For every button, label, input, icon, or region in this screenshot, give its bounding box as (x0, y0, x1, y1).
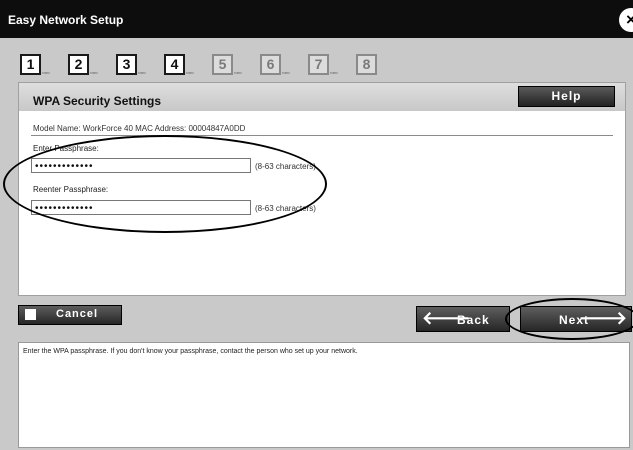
step-number: 8 (356, 54, 377, 75)
close-button[interactable]: × (619, 8, 633, 32)
step-number: 1 (20, 54, 41, 75)
step-progress-dots: ▫▫▫ (282, 70, 290, 77)
title-bar: Easy Network Setup × (0, 0, 633, 38)
step-progress-dots: ▫▫▫ (138, 70, 146, 77)
step-number: 7 (308, 54, 329, 75)
step-progress-dots: ▫▫▫ (42, 70, 50, 77)
divider (31, 135, 613, 136)
instruction-box: Enter the WPA passphrase. If you don't k… (18, 342, 630, 448)
cancel-button[interactable]: Cancel (18, 305, 122, 325)
callout-ellipse (505, 298, 633, 340)
instruction-text: Enter the WPA passphrase. If you don't k… (23, 348, 358, 355)
help-button[interactable]: Help (518, 86, 615, 107)
step-progress-dots: ▫▫▫ (90, 70, 98, 77)
cancel-label: Cancel (56, 308, 99, 320)
cancel-checkbox-icon (25, 309, 36, 320)
step-progress-dots: ▫▫▫ (330, 70, 338, 77)
step-number: 5 (212, 54, 233, 75)
step-number: 3 (116, 54, 137, 75)
step-progress-dots: ▫▫▫ (234, 70, 242, 77)
step-number: 6 (260, 54, 281, 75)
back-button[interactable]: 🡐 Back (416, 306, 510, 332)
back-label: Back (457, 313, 490, 327)
wpa-settings-panel: WPA Security Settings Help Model Name: W… (3, 82, 626, 296)
step-number: 4 (164, 54, 185, 75)
step-progress-dots: ▫▫▫ (186, 70, 194, 77)
panel-title: WPA Security Settings (33, 94, 162, 108)
panel-header: WPA Security Settings Help (19, 83, 625, 111)
model-info: Model Name: WorkForce 40 MAC Address: 00… (33, 124, 246, 133)
step-number: 2 (68, 54, 89, 75)
callout-ellipse (3, 135, 327, 233)
easy-network-setup-window: Easy Network Setup × 1 ▫▫▫ 2 ▫▫▫ 3 ▫▫▫ 4… (0, 0, 633, 450)
close-icon: × (626, 10, 633, 29)
window-title: Easy Network Setup (8, 13, 124, 27)
